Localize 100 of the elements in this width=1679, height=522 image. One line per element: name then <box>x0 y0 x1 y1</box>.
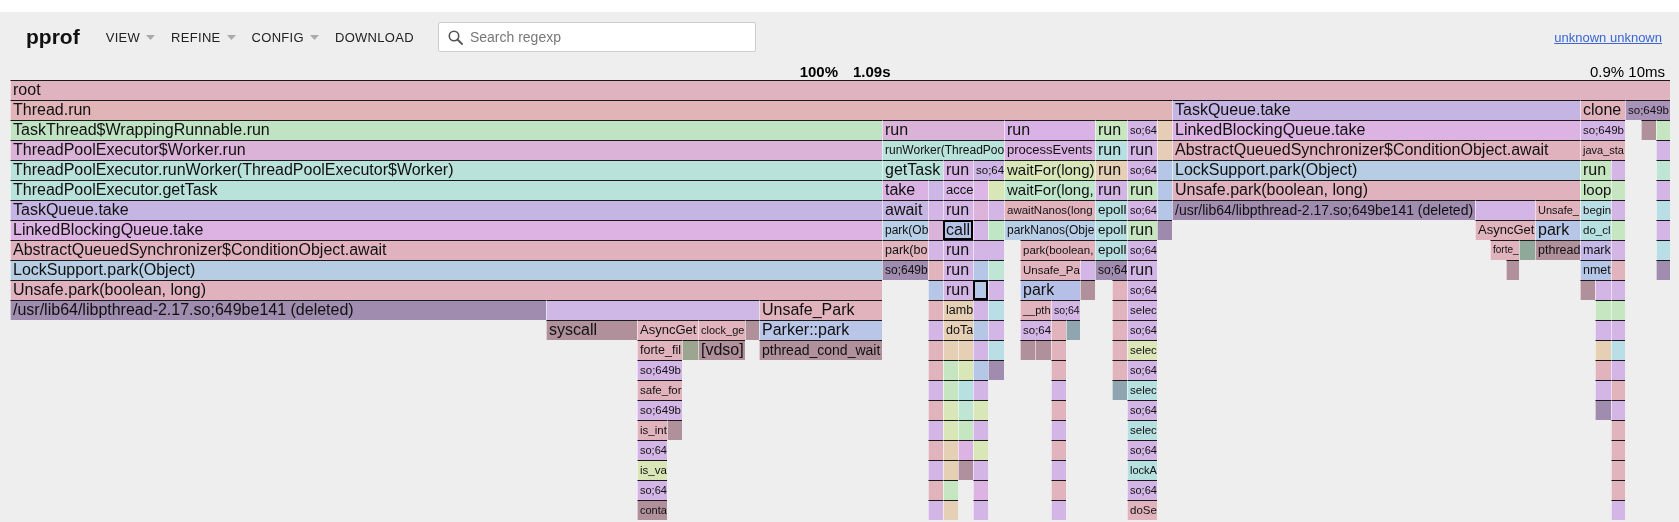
flame-frame[interactable]: so;64 <box>1127 320 1157 340</box>
flame-frame[interactable] <box>667 420 682 440</box>
flame-frame[interactable]: java_sta <box>1580 140 1625 160</box>
flame-frame[interactable] <box>928 400 943 420</box>
flame-frame[interactable] <box>973 320 988 340</box>
flame-frame[interactable] <box>1506 260 1519 280</box>
flame-frame[interactable] <box>928 340 943 360</box>
flame-frame[interactable] <box>928 280 943 300</box>
flame-frame[interactable]: mark <box>1580 240 1611 260</box>
flame-frame[interactable] <box>988 340 1004 360</box>
flame-frame[interactable]: run <box>1095 160 1127 180</box>
flame-frame[interactable] <box>1611 340 1625 360</box>
flame-frame[interactable] <box>958 460 973 480</box>
flame-frame[interactable] <box>1611 200 1625 220</box>
flame-frame[interactable] <box>973 260 988 280</box>
flame-frame[interactable]: so;649b <box>637 400 682 420</box>
flame-frame[interactable] <box>1611 440 1625 460</box>
flame-frame[interactable] <box>928 380 943 400</box>
flame-frame[interactable] <box>1157 160 1172 180</box>
flame-frame[interactable] <box>1051 480 1066 500</box>
flame-frame[interactable] <box>928 260 943 280</box>
flame-frame[interactable] <box>1595 300 1611 320</box>
flame-frame[interactable]: epoll <box>1095 200 1127 220</box>
flame-frame[interactable] <box>943 360 958 380</box>
flame-frame[interactable]: so;64 <box>1127 240 1157 260</box>
flame-frame[interactable]: run <box>1095 120 1127 140</box>
flame-frame[interactable] <box>1656 240 1670 260</box>
flame-frame[interactable]: LockSupport.park(Object) <box>10 260 882 280</box>
flame-frame[interactable] <box>1611 460 1625 480</box>
flame-frame[interactable]: run <box>943 240 973 260</box>
flame-frame[interactable]: awaitNanos(long <box>1004 200 1095 220</box>
flame-frame[interactable]: park(bo <box>882 240 928 260</box>
flame-frame[interactable]: so;649b <box>1580 120 1625 140</box>
flame-frame[interactable]: call <box>943 220 973 240</box>
flame-frame[interactable]: so;64 <box>1127 280 1157 300</box>
flame-frame[interactable] <box>928 200 943 220</box>
flame-frame[interactable] <box>988 320 1004 340</box>
flame-frame[interactable]: epoll <box>1095 240 1127 260</box>
flame-frame[interactable]: run <box>1004 120 1095 140</box>
flame-frame[interactable] <box>943 380 958 400</box>
flame-frame[interactable] <box>1051 460 1066 480</box>
flame-frame[interactable]: doTa <box>943 320 973 340</box>
flame-frame[interactable] <box>973 200 988 220</box>
flame-frame[interactable] <box>1611 500 1625 520</box>
flame-frame[interactable]: Unsafe_ <box>1535 200 1580 220</box>
flame-frame[interactable] <box>1611 160 1625 180</box>
flame-frame[interactable]: so;64 <box>1051 300 1080 320</box>
flame-frame[interactable]: run <box>1580 160 1611 180</box>
flame-frame[interactable] <box>943 460 958 480</box>
flame-frame[interactable]: run <box>882 120 1004 140</box>
flame-frame[interactable] <box>1611 260 1625 280</box>
flame-frame[interactable]: LockSupport.park(Object) <box>1172 160 1580 180</box>
flame-frame[interactable] <box>1611 220 1625 240</box>
flame-frame[interactable]: Parker::park <box>759 320 882 340</box>
flame-frame[interactable]: AbstractQueuedSynchronizer$ConditionObject.await <box>10 240 882 260</box>
flame-frame[interactable] <box>943 480 958 500</box>
flame-frame[interactable]: so;64 <box>1127 480 1157 500</box>
flame-frame[interactable]: /usr/lib64/libpthread-2.17.so;649be141 (deleted) <box>10 300 546 320</box>
flame-frame[interactable] <box>943 340 958 360</box>
flame-frame[interactable] <box>958 420 973 440</box>
flame-frame[interactable] <box>973 460 988 480</box>
flame-frame[interactable]: take <box>882 180 928 200</box>
flame-frame[interactable]: TaskQueue.take <box>10 200 882 220</box>
flame-frame[interactable]: so;64 <box>1127 440 1157 460</box>
flame-frame[interactable] <box>1157 220 1172 240</box>
flame-frame[interactable]: forte_ <box>1490 240 1519 260</box>
flame-frame[interactable] <box>1611 300 1625 320</box>
flame-frame[interactable] <box>1112 340 1127 360</box>
flame-frame[interactable] <box>1611 360 1625 380</box>
search-field[interactable]: Search regexp <box>437 22 756 52</box>
flame-frame[interactable] <box>1656 140 1670 160</box>
flame-frame[interactable] <box>1051 440 1066 460</box>
flame-frame[interactable] <box>1051 340 1066 360</box>
flame-frame[interactable]: /usr/lib64/libpthread-2.17.so;649be141 (deleted) <box>1172 200 1475 220</box>
flame-frame[interactable] <box>928 300 943 320</box>
flame-frame[interactable]: so;64 <box>1127 360 1157 380</box>
flame-frame[interactable]: run <box>943 160 973 180</box>
flame-frame[interactable] <box>1112 320 1127 340</box>
flame-frame[interactable] <box>958 340 973 360</box>
flame-frame[interactable] <box>1656 160 1670 180</box>
flame-frame[interactable] <box>1157 140 1172 160</box>
flame-frame[interactable] <box>943 500 958 520</box>
flame-frame[interactable] <box>928 460 943 480</box>
flame-frame[interactable]: do_cl <box>1580 220 1611 240</box>
flame-frame[interactable]: waitFor(long) <box>1004 160 1095 180</box>
flame-frame[interactable]: acce <box>943 180 973 200</box>
flame-frame[interactable]: begin <box>1580 200 1611 220</box>
flame-frame[interactable] <box>1020 340 1035 360</box>
flame-frame[interactable]: so;64 <box>1095 260 1127 280</box>
flame-frame[interactable]: selec <box>1127 420 1157 440</box>
flame-frame[interactable] <box>943 440 958 460</box>
flame-frame[interactable]: ThreadPoolExecutor.getTask <box>10 180 882 200</box>
flame-frame[interactable] <box>988 220 1004 240</box>
flame-frame[interactable]: run <box>1095 180 1127 200</box>
flame-frame[interactable] <box>745 320 759 340</box>
flame-frame[interactable] <box>1035 340 1051 360</box>
flame-frame[interactable] <box>928 440 943 460</box>
flame-frame[interactable] <box>1157 180 1172 200</box>
flame-frame[interactable] <box>1595 340 1611 360</box>
flame-frame[interactable] <box>1112 300 1127 320</box>
